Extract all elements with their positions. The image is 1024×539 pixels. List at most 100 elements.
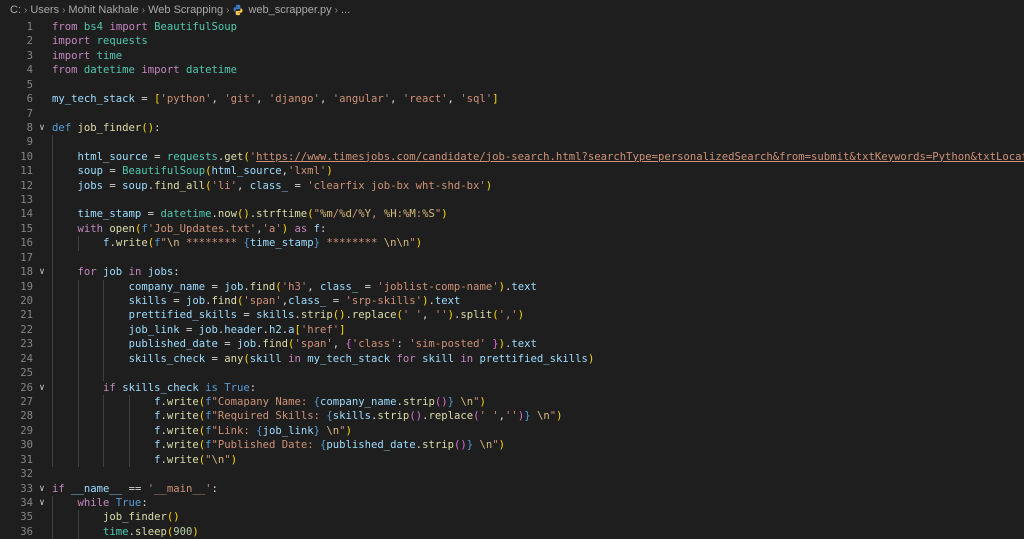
fold-chevron-icon[interactable]: ∨ xyxy=(37,121,47,135)
code-line[interactable]: 32 xyxy=(0,467,1024,481)
code-line[interactable]: 14 time_stamp = datetime.now().strftime("… xyxy=(0,207,1024,222)
code-line[interactable]: 12 jobs = soup.find_all('li', class_ = 'c… xyxy=(0,178,1024,194)
fold-chevron-icon[interactable]: ∨ xyxy=(37,482,47,496)
code-token: as xyxy=(294,222,308,235)
code-token: , xyxy=(256,93,269,106)
code-line[interactable]: 33 ∨ if __name__ == '__main__': xyxy=(0,482,1024,496)
line-number: 25 xyxy=(20,367,33,380)
code-line[interactable]: 35 job_finder() xyxy=(0,510,1024,525)
code-editor[interactable]: 1 from bs4 import BeautifulSoup 2 import re… xyxy=(0,20,1024,539)
code-line[interactable]: 15 with open(f'Job_Updates.txt','a') as f… xyxy=(0,221,1024,237)
code-line[interactable]: 19 company_name = job.find('h3', class_ =… xyxy=(0,279,1024,295)
fold-chevron-icon[interactable]: ∨ xyxy=(37,265,47,279)
code-token: class_ xyxy=(288,295,327,308)
indent-guide xyxy=(52,495,53,511)
code-token: skills_check xyxy=(122,381,199,394)
code-line[interactable]: 21 prettified_skills = skills.strip().rep… xyxy=(0,308,1024,323)
code-token: ) xyxy=(345,424,352,437)
code-line[interactable]: 27 f.write(f"Comapany Name: {company_name… xyxy=(0,394,1024,410)
line-number: 33 xyxy=(20,482,33,495)
code-line[interactable]: 29 f.write(f"Link: {job_link} \n") xyxy=(0,423,1024,439)
code-token: my_tech_stack xyxy=(52,93,135,106)
indent-guide xyxy=(77,294,79,309)
code-line[interactable]: 20 skills = job.find('span',class_ = 'srp… xyxy=(0,294,1024,309)
breadcrumb: C: › Users › Mohit Nakhale › Web Scrappi… xyxy=(0,0,1024,20)
code-token: : xyxy=(396,338,410,351)
code-line[interactable]: 16 f.write(f"\n ******** {time_stamp} ***… xyxy=(0,236,1024,251)
code-token: , xyxy=(422,309,435,322)
code-line[interactable]: 8 ∨ def job_finder(): xyxy=(0,121,1024,135)
indent-guide xyxy=(52,438,53,453)
code-token: 'angular' xyxy=(332,93,391,106)
code-token: BeautifulSoup xyxy=(154,21,238,33)
code-line[interactable]: 17 xyxy=(0,250,1024,266)
breadcrumb-file[interactable]: web_scrapper.py xyxy=(232,4,332,16)
code-text: from bs4 import BeautifulSoup xyxy=(52,20,237,34)
code-token: \n xyxy=(460,395,474,408)
code-token: ) xyxy=(326,165,333,178)
indent-guide xyxy=(77,322,79,338)
breadcrumb-user-folder[interactable]: Mohit Nakhale xyxy=(68,4,138,16)
code-token: replace xyxy=(351,309,397,322)
code-token: , xyxy=(211,93,225,106)
code-line[interactable]: 24 skills_check = any(skill in my_tech_st… xyxy=(0,351,1024,367)
code-token: = xyxy=(288,179,308,192)
indent-guide xyxy=(103,423,105,439)
code-token: published_date xyxy=(326,439,416,452)
code-token: : xyxy=(141,496,148,509)
code-token: published_date xyxy=(128,338,218,351)
code-token: : xyxy=(320,222,327,235)
breadcrumb-symbol[interactable]: ... xyxy=(341,4,350,16)
code-line[interactable]: 6 my_tech_stack = ['python', 'git', 'djan… xyxy=(0,92,1024,106)
indent-guide xyxy=(103,279,105,295)
code-token: () xyxy=(453,439,467,452)
code-line[interactable]: 25 xyxy=(0,366,1024,381)
code-token: \n xyxy=(326,424,340,437)
code-line[interactable]: 11 soup = BeautifulSoup(html_source,'lxml… xyxy=(0,164,1024,179)
code-line[interactable]: 34 ∨ while True: xyxy=(0,495,1024,511)
code-token: 'clearfix job-bx wht-shd-bx' xyxy=(307,179,486,192)
code-line[interactable]: 1 from bs4 import BeautifulSoup xyxy=(0,20,1024,34)
code-line[interactable]: 22 job_link = job.header.h2.a['href'] xyxy=(0,322,1024,338)
line-number: 23 xyxy=(20,338,33,351)
code-token: job xyxy=(185,295,206,308)
code-token: = xyxy=(326,295,346,308)
code-line[interactable]: 28 f.write(f"Required Skills: {skills.str… xyxy=(0,409,1024,424)
code-line[interactable]: 13 xyxy=(0,193,1024,208)
code-line[interactable]: 2 import requests xyxy=(0,34,1024,48)
code-token: datetime xyxy=(160,208,212,221)
breadcrumb-project-folder[interactable]: Web Scrapping xyxy=(148,4,223,16)
code-token: = xyxy=(141,208,161,221)
code-line[interactable]: 4 from datetime import datetime xyxy=(0,63,1024,77)
indent-guide xyxy=(52,207,53,222)
code-token: job xyxy=(224,280,244,293)
fold-chevron-icon[interactable]: ∨ xyxy=(37,496,47,510)
code-token: = xyxy=(179,323,199,336)
indent-guide xyxy=(103,394,105,410)
code-token: 'span' xyxy=(294,338,333,351)
code-token: skills_check xyxy=(128,352,206,365)
code-line[interactable]: 18 ∨ for job in jobs: xyxy=(0,265,1024,280)
code-line[interactable]: 5 xyxy=(0,78,1024,92)
line-number: 7 xyxy=(26,107,33,120)
code-line[interactable]: 7 xyxy=(0,107,1024,121)
code-token: from xyxy=(52,64,78,77)
indent-guide xyxy=(52,149,53,165)
code-line[interactable]: 3 import time xyxy=(0,49,1024,63)
fold-chevron-icon[interactable]: ∨ xyxy=(37,381,47,395)
breadcrumb-drive[interactable]: C: xyxy=(10,4,21,16)
code-line[interactable]: 36 time.sleep(900) xyxy=(0,524,1024,539)
code-line[interactable]: 26 ∨ if skills_check is True: xyxy=(0,380,1024,395)
code-line[interactable]: 9 xyxy=(0,135,1024,150)
code-token: find_all xyxy=(154,179,206,192)
code-line[interactable]: 10 html_source = requests.get('https://ww… xyxy=(0,149,1024,165)
breadcrumb-users[interactable]: Users xyxy=(30,4,59,16)
indent-guide xyxy=(77,409,79,424)
code-line[interactable]: 31 f.write("\n") xyxy=(0,452,1024,468)
code-line[interactable]: 30 f.write(f"Published Date: {published_d… xyxy=(0,438,1024,453)
code-token: () xyxy=(434,395,448,408)
code-line[interactable]: 23 published_date = job.find('span', {'cl… xyxy=(0,337,1024,352)
code-text: time.sleep(900) xyxy=(103,525,199,539)
code-token: time_stamp xyxy=(77,208,142,221)
code-token: prettified_skills xyxy=(479,352,588,365)
